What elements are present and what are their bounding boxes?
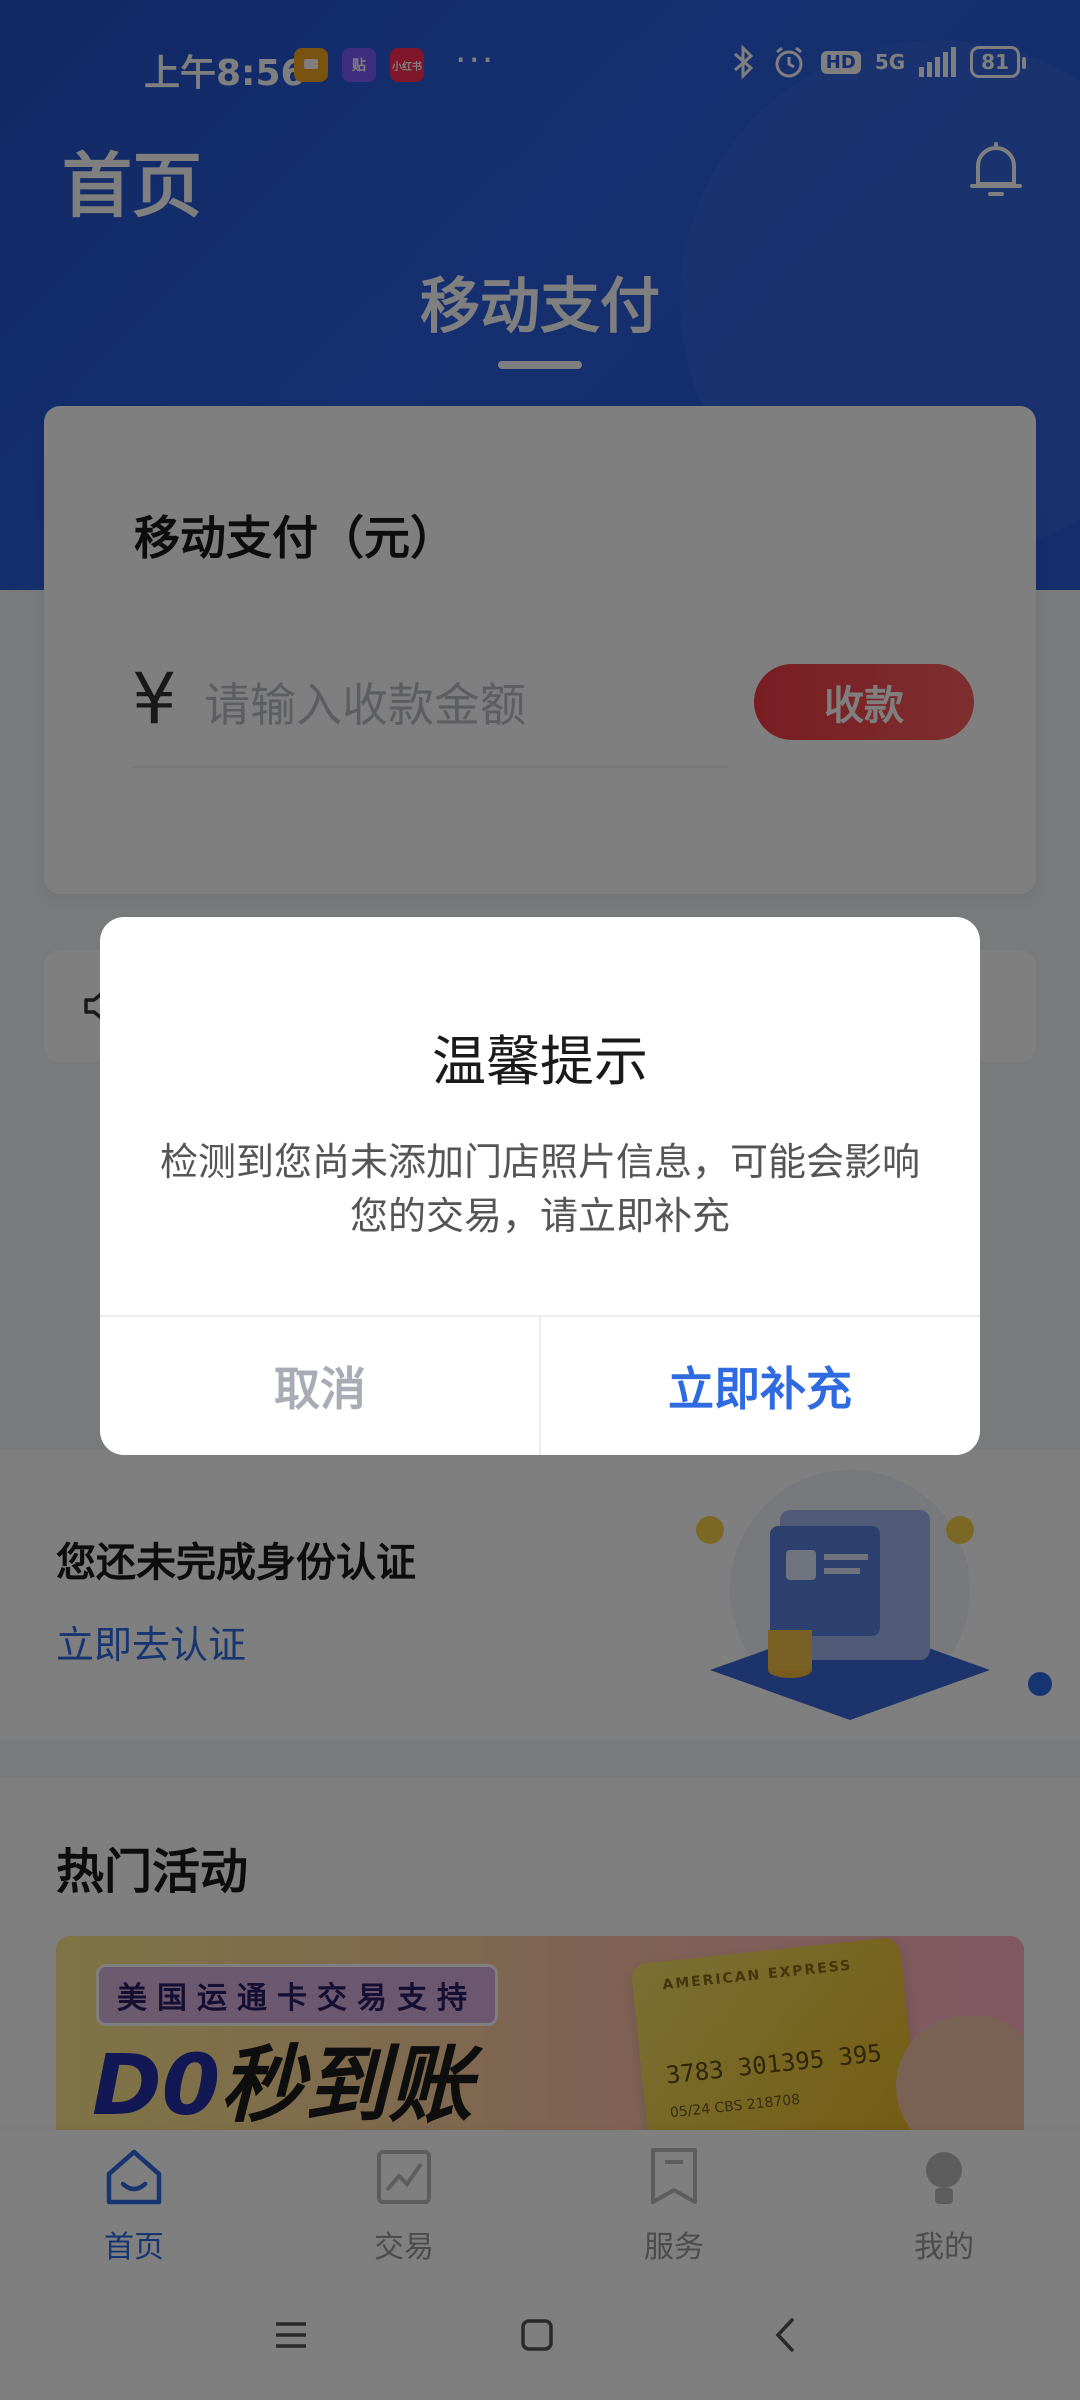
dialog-title: 温馨提示 [432,1030,648,1093]
cancel-button[interactable]: 取消 [100,1317,540,1455]
tip-dialog: 温馨提示 检测到您尚未添加门店照片信息，可能会影响您的交易，请立即补充 取消 立… [100,917,980,1455]
confirm-supplement-button[interactable]: 立即补充 [540,1317,980,1455]
dialog-message: 检测到您尚未添加门店照片信息，可能会影响您的交易，请立即补充 [159,1140,920,1238]
